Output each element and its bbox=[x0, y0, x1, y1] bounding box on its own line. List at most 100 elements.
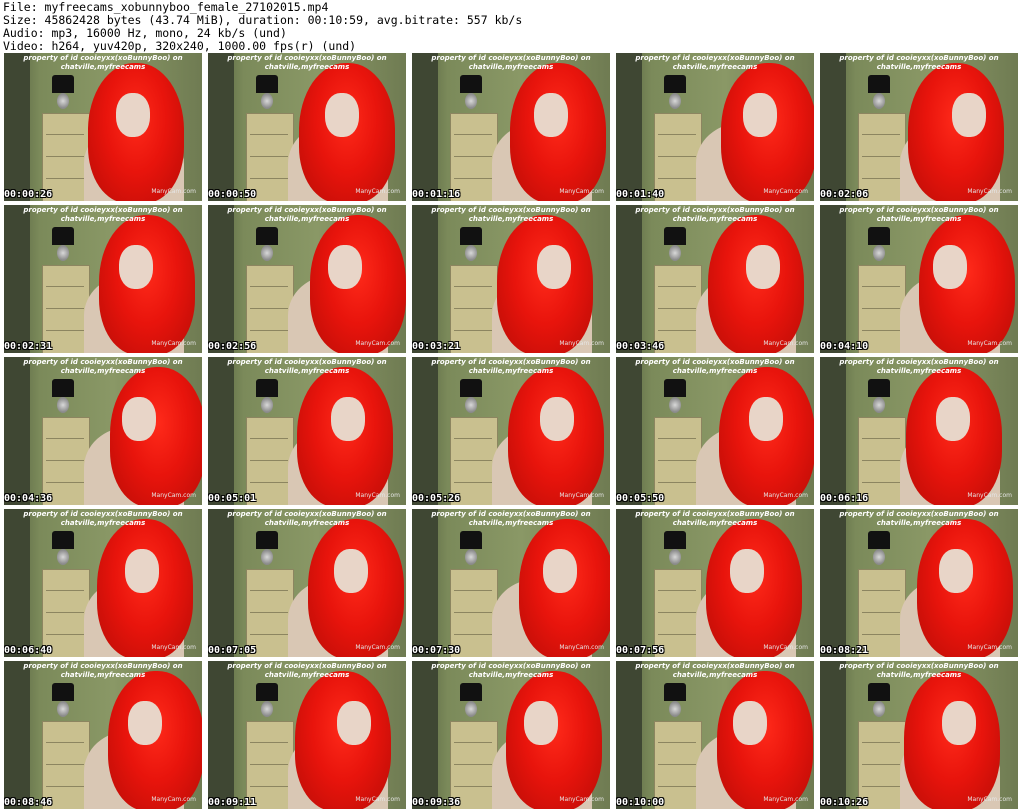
room-door bbox=[208, 661, 234, 809]
dresser bbox=[42, 417, 90, 505]
lamp-base bbox=[465, 245, 477, 261]
dresser-drawer-line bbox=[454, 460, 492, 461]
dresser-drawer-line bbox=[454, 764, 492, 765]
watermark-line-2: chatville,myfreecams bbox=[672, 63, 758, 71]
red-hair bbox=[919, 215, 1015, 353]
room-door bbox=[616, 357, 642, 505]
watermark-line-2: chatville,myfreecams bbox=[672, 519, 758, 527]
watermark-line-1: property of id cooieyxx(xoBunnyBoo) on bbox=[227, 206, 387, 214]
person-face bbox=[125, 549, 159, 593]
person-face bbox=[543, 549, 577, 593]
video-thumbnail: property of id cooieyxx(xoBunnyBoo) on ch… bbox=[4, 509, 202, 657]
watermark-line-2: chatville,myfreecams bbox=[264, 63, 350, 71]
room-door bbox=[412, 53, 438, 201]
lamp-shade bbox=[868, 531, 890, 549]
lamp-base bbox=[465, 397, 477, 413]
lamp-base bbox=[873, 397, 885, 413]
person-face bbox=[119, 245, 153, 289]
video-thumbnail: property of id cooieyxx(xoBunnyBoo) on ch… bbox=[412, 53, 610, 201]
red-hair bbox=[110, 367, 202, 505]
watermark-line-1: property of id cooieyxx(xoBunnyBoo) on bbox=[431, 206, 591, 214]
person-face bbox=[540, 397, 574, 441]
dresser-drawer-line bbox=[862, 612, 900, 613]
lamp-base bbox=[57, 397, 69, 413]
manycam-logo: ManyCam.com bbox=[559, 644, 604, 651]
person-face bbox=[942, 701, 976, 745]
dresser-drawer-line bbox=[46, 178, 84, 179]
watermark-line-2: chatville,myfreecams bbox=[468, 671, 554, 679]
dresser-drawer-line bbox=[454, 330, 492, 331]
video-thumbnail: property of id cooieyxx(xoBunnyBoo) on ch… bbox=[412, 357, 610, 505]
room-door bbox=[208, 205, 234, 353]
person-face bbox=[933, 245, 967, 289]
watermark-line-2: chatville,myfreecams bbox=[60, 671, 146, 679]
person-face bbox=[331, 397, 365, 441]
thumbnail-timestamp: 00:00:50 bbox=[208, 189, 257, 200]
watermark-line-1: property of id cooieyxx(xoBunnyBoo) on bbox=[431, 358, 591, 366]
thumbnail-timestamp: 00:06:40 bbox=[4, 645, 53, 656]
thumbnail-timestamp: 00:02:06 bbox=[820, 189, 869, 200]
video-thumbnail: property of id cooieyxx(xoBunnyBoo) on ch… bbox=[412, 205, 610, 353]
dresser-drawer-line bbox=[862, 156, 900, 157]
dresser-drawer-line bbox=[46, 590, 84, 591]
room-door bbox=[412, 205, 438, 353]
watermark-line-2: chatville,myfreecams bbox=[60, 367, 146, 375]
room-door bbox=[820, 205, 846, 353]
dresser-drawer-line bbox=[454, 134, 492, 135]
watermark-line-2: chatville,myfreecams bbox=[876, 367, 962, 375]
video-thumbnail: property of id cooieyxx(xoBunnyBoo) on ch… bbox=[208, 509, 406, 657]
watermark-line-1: property of id cooieyxx(xoBunnyBoo) on bbox=[227, 358, 387, 366]
watermark-line-1: property of id cooieyxx(xoBunnyBoo) on bbox=[227, 510, 387, 518]
watermark-line-1: property of id cooieyxx(xoBunnyBoo) on bbox=[635, 54, 795, 62]
room-door bbox=[208, 53, 234, 201]
dresser bbox=[858, 721, 906, 809]
dresser-drawer-line bbox=[250, 308, 288, 309]
thumbnail-timestamp: 00:07:05 bbox=[208, 645, 257, 656]
dresser-drawer-line bbox=[46, 438, 84, 439]
thumbnail-timestamp: 00:07:30 bbox=[412, 645, 461, 656]
dresser bbox=[450, 417, 498, 505]
manycam-logo: ManyCam.com bbox=[763, 188, 808, 195]
dresser-drawer-line bbox=[862, 286, 900, 287]
person-face bbox=[733, 701, 767, 745]
watermark-line-1: property of id cooieyxx(xoBunnyBoo) on bbox=[431, 662, 591, 670]
manycam-logo: ManyCam.com bbox=[967, 188, 1012, 195]
lamp-base bbox=[57, 93, 69, 109]
thumbnail-timestamp: 00:03:21 bbox=[412, 341, 461, 352]
watermark-line-2: chatville,myfreecams bbox=[468, 215, 554, 223]
video-thumbnail: property of id cooieyxx(xoBunnyBoo) on ch… bbox=[4, 53, 202, 201]
lamp-base bbox=[261, 549, 273, 565]
watermark-line-1: property of id cooieyxx(xoBunnyBoo) on bbox=[635, 206, 795, 214]
dresser-drawer-line bbox=[454, 178, 492, 179]
dresser bbox=[246, 721, 294, 809]
room-door bbox=[820, 661, 846, 809]
dresser-drawer-line bbox=[862, 438, 900, 439]
watermark-line-2: chatville,myfreecams bbox=[264, 215, 350, 223]
thumbnail-timestamp: 00:10:00 bbox=[616, 797, 665, 808]
manycam-logo: ManyCam.com bbox=[559, 188, 604, 195]
video-thumbnail: property of id cooieyxx(xoBunnyBoo) on ch… bbox=[208, 661, 406, 809]
dresser-drawer-line bbox=[46, 156, 84, 157]
dresser-drawer-line bbox=[658, 156, 696, 157]
room-door bbox=[208, 509, 234, 657]
manycam-logo: ManyCam.com bbox=[355, 796, 400, 803]
lamp-shade bbox=[664, 75, 686, 93]
dresser-drawer-line bbox=[250, 786, 288, 787]
thumbnail-timestamp: 00:03:46 bbox=[616, 341, 665, 352]
person-face bbox=[337, 701, 371, 745]
lamp-shade bbox=[256, 379, 278, 397]
watermark-line-2: chatville,myfreecams bbox=[60, 519, 146, 527]
video-thumbnail: property of id cooieyxx(xoBunnyBoo) on ch… bbox=[208, 53, 406, 201]
room-door bbox=[4, 357, 30, 505]
video-thumbnail: property of id cooieyxx(xoBunnyBoo) on ch… bbox=[820, 53, 1018, 201]
watermark-line-1: property of id cooieyxx(xoBunnyBoo) on bbox=[23, 662, 183, 670]
lamp-base bbox=[669, 701, 681, 717]
dresser-drawer-line bbox=[250, 590, 288, 591]
watermark-line-1: property of id cooieyxx(xoBunnyBoo) on bbox=[431, 510, 591, 518]
watermark-line-2: chatville,myfreecams bbox=[468, 63, 554, 71]
dresser-drawer-line bbox=[658, 764, 696, 765]
dresser-drawer-line bbox=[454, 482, 492, 483]
dresser-drawer-line bbox=[658, 134, 696, 135]
lamp-shade bbox=[256, 683, 278, 701]
lamp-shade bbox=[868, 683, 890, 701]
